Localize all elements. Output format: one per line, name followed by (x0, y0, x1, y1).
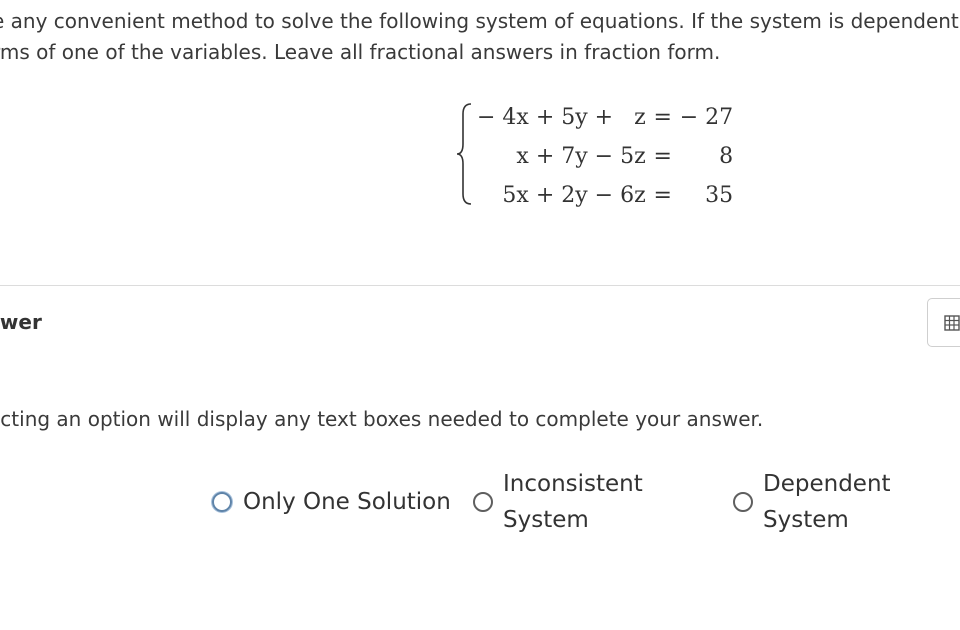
radio-dependent-system[interactable] (733, 492, 753, 512)
option-label: Dependent System (763, 471, 891, 533)
section-divider (0, 285, 960, 286)
left-brace-icon (456, 103, 472, 205)
equation-row: 5x + 2y − 6z = 35 (477, 176, 733, 215)
instructions-line-2: rms of one of the variables. Leave all f… (0, 40, 721, 64)
equation-rhs: 8 (719, 144, 734, 169)
radio-only-one-solution[interactable] (212, 492, 232, 512)
equation-row: x + 7y − 5z = 8 (477, 137, 733, 176)
option-inconsistent-system[interactable]: Inconsistent System (473, 466, 673, 538)
table-tool-button[interactable] (927, 298, 960, 347)
answer-heading: swer (0, 310, 42, 334)
table-grid-icon (944, 315, 960, 331)
equation-equals: = (653, 144, 672, 169)
equation-rhs: 35 (705, 183, 734, 208)
problem-instructions: e any convenient method to solve the fol… (0, 6, 960, 68)
equation-lhs: x + 7y − 5z (516, 144, 646, 169)
option-label: Only One Solution (243, 489, 451, 515)
instructions-line-1: e any convenient method to solve the fol… (0, 9, 960, 33)
equation-system: − 4x + 5y + z = − 27 x + 7y − 5z = 8 5x … (455, 98, 755, 208)
radio-inconsistent-system[interactable] (473, 492, 493, 512)
equation-equals: = (653, 183, 672, 208)
equation-equals: = (653, 105, 672, 130)
equations-table: − 4x + 5y + z = − 27 x + 7y − 5z = 8 5x … (477, 98, 733, 215)
option-label: Inconsistent System (503, 471, 643, 533)
option-hint: ecting an option will display any text b… (0, 407, 764, 431)
option-dependent-system[interactable]: Dependent System (733, 466, 933, 538)
equation-lhs: 5x + 2y − 6z (502, 183, 646, 208)
equation-rhs: − 27 (679, 105, 734, 130)
equation-row: − 4x + 5y + z = − 27 (477, 98, 733, 137)
option-only-one-solution[interactable]: Only One Solution (212, 484, 451, 520)
equation-lhs: − 4x + 5y + z (477, 105, 646, 130)
